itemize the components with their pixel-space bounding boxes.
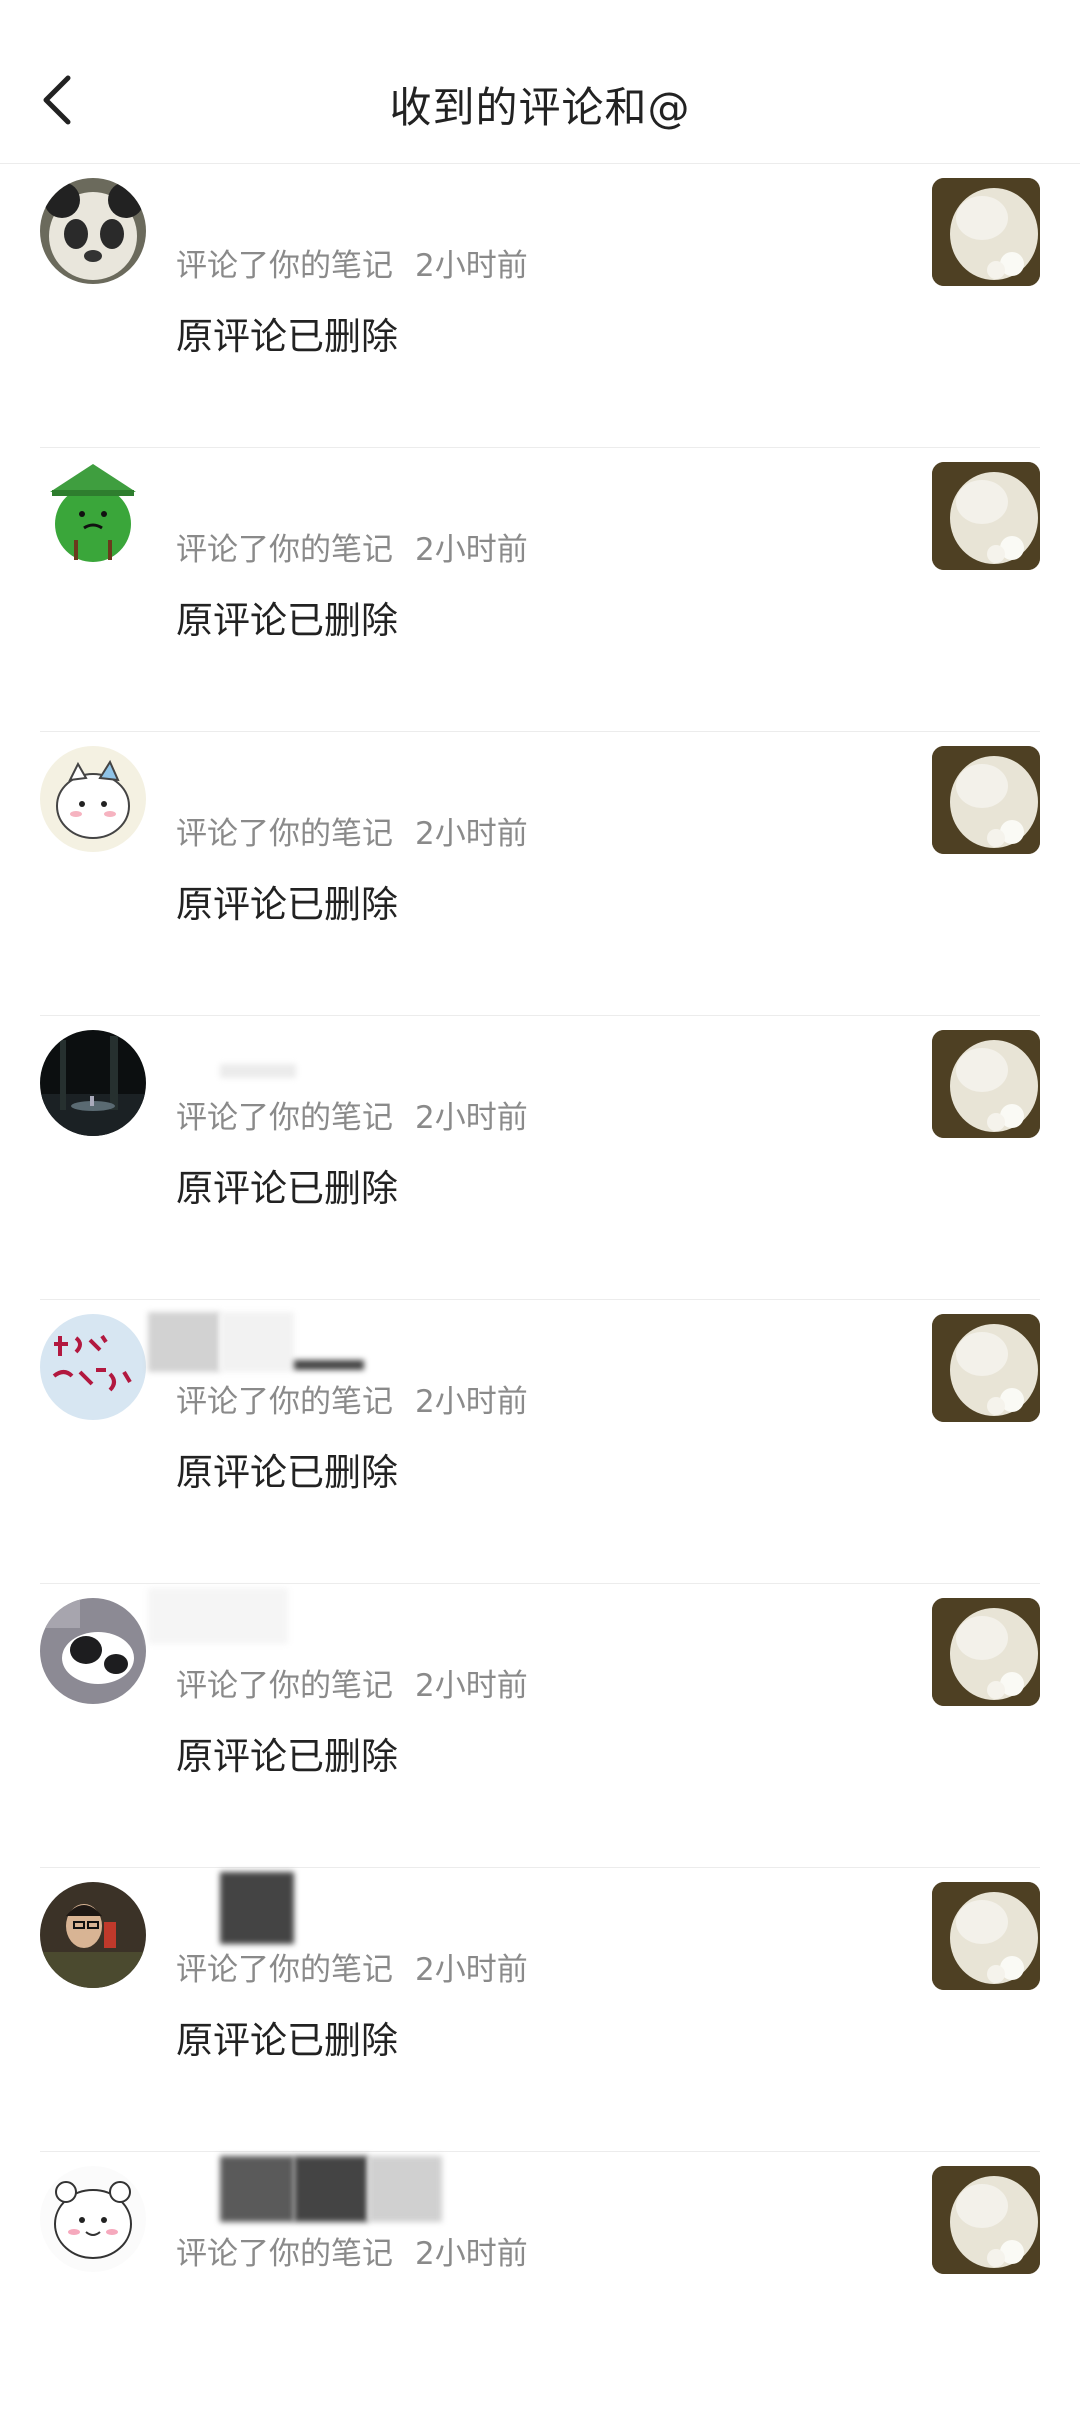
- username-redacted: [148, 1016, 448, 1094]
- top-bar: 收到的评论和@: [0, 0, 1080, 164]
- time-text: 2小时前: [415, 1384, 528, 1420]
- action-text: 评论了你的笔记: [176, 1100, 393, 1136]
- comment-text: 原评论已删除: [176, 315, 398, 358]
- avatar[interactable]: [40, 746, 146, 852]
- note-thumbnail[interactable]: [932, 462, 1040, 570]
- time-text: 2小时前: [415, 1100, 528, 1136]
- action-text: 评论了你的笔记: [176, 248, 393, 284]
- list-item[interactable]: 评论了你的笔记 2小时前 原评论已删除: [0, 1300, 1080, 1584]
- note-thumbnail[interactable]: [932, 2166, 1040, 2274]
- avatar[interactable]: [40, 1030, 146, 1136]
- username-redacted: [148, 2152, 448, 2230]
- action-text: 评论了你的笔记: [176, 1668, 393, 1704]
- avatar[interactable]: [40, 1882, 146, 1988]
- page-title: 收到的评论和@: [389, 83, 691, 132]
- comment-text: 原评论已删除: [176, 599, 398, 642]
- list-item[interactable]: 评论了你的笔记 2小时前 原评论已删除: [0, 448, 1080, 732]
- comment-text: 原评论已删除: [176, 1735, 398, 1778]
- notification-list[interactable]: 评论了你的笔记 2小时前 原评论已删除 评论了你的笔记 2小时前 原评论已删除 …: [0, 164, 1080, 2436]
- note-thumbnail[interactable]: [932, 746, 1040, 854]
- list-item[interactable]: 评论了你的笔记 2小时前 原评论已删除: [0, 732, 1080, 1016]
- avatar[interactable]: [40, 1314, 146, 1420]
- note-thumbnail[interactable]: [932, 178, 1040, 286]
- time-text: 2小时前: [415, 248, 528, 284]
- avatar[interactable]: [40, 1598, 146, 1704]
- comment-text: 原评论已删除: [176, 883, 398, 926]
- time-text: 2小时前: [415, 532, 528, 568]
- action-text: 评论了你的笔记: [176, 1952, 393, 1988]
- list-item[interactable]: 评论了你的笔记 2小时前 原评论已删除: [0, 164, 1080, 448]
- time-text: 2小时前: [415, 1668, 528, 1704]
- note-thumbnail[interactable]: [932, 1882, 1040, 1990]
- note-thumbnail[interactable]: [932, 1598, 1040, 1706]
- username-redacted: [148, 1868, 448, 1946]
- comment-text: 原评论已删除: [176, 2019, 398, 2062]
- action-text: 评论了你的笔记: [176, 2236, 393, 2272]
- list-item[interactable]: 评论了你的笔记 2小时前 原评论已删除: [0, 1584, 1080, 1868]
- list-item[interactable]: 评论了你的笔记 2小时前 原评论已删除: [0, 1868, 1080, 2152]
- list-item[interactable]: 评论了你的笔记 2小时前: [0, 2152, 1080, 2436]
- username-redacted: [148, 1300, 448, 1378]
- username-redacted: [148, 1584, 448, 1662]
- comment-text: 原评论已删除: [176, 1451, 398, 1494]
- time-text: 2小时前: [415, 2236, 528, 2272]
- note-thumbnail[interactable]: [932, 1030, 1040, 1138]
- avatar[interactable]: [40, 462, 146, 568]
- comment-text: 原评论已删除: [176, 1167, 398, 1210]
- action-text: 评论了你的笔记: [176, 816, 393, 852]
- list-item[interactable]: 评论了你的笔记 2小时前 原评论已删除: [0, 1016, 1080, 1300]
- time-text: 2小时前: [415, 1952, 528, 1988]
- action-text: 评论了你的笔记: [176, 1384, 393, 1420]
- action-text: 评论了你的笔记: [176, 532, 393, 568]
- avatar[interactable]: [40, 2166, 146, 2272]
- avatar[interactable]: [40, 178, 146, 284]
- note-thumbnail[interactable]: [932, 1314, 1040, 1422]
- time-text: 2小时前: [415, 816, 528, 852]
